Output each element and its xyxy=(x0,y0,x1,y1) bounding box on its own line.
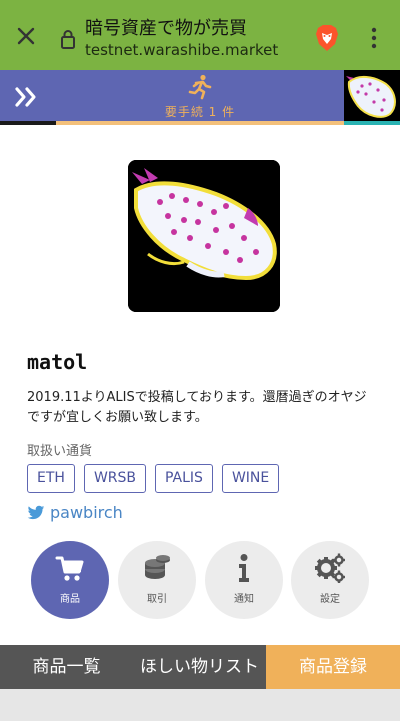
profile-username: matol xyxy=(27,350,88,374)
profile-bio: 2019.11よりALISで投稿しております。還暦過ぎのオヤジですが宜しくお願い… xyxy=(27,390,367,425)
sea-slug-image xyxy=(344,70,400,125)
circle-nav-products[interactable]: 商品 xyxy=(31,541,109,619)
pending-tasks-label: 要手続 1 件 xyxy=(164,105,236,119)
sea-slug-photo xyxy=(128,160,280,312)
coins-icon xyxy=(145,555,170,579)
circle-nav-notifications[interactable]: 通知 xyxy=(205,541,283,619)
twitter-link[interactable]: pawbirch xyxy=(27,503,123,522)
currency-chip-palis[interactable]: PALIS xyxy=(155,464,213,493)
brave-lion-icon[interactable] xyxy=(314,24,340,52)
circle-nav-settings-label: 設定 xyxy=(320,594,340,605)
circle-nav-products-label: 商品 xyxy=(60,594,80,605)
footer-strip xyxy=(0,689,400,721)
sidebar-toggle-button[interactable] xyxy=(0,70,56,125)
circle-nav-notifications-label: 通知 xyxy=(234,594,254,605)
currency-chip-wrsb[interactable]: WRSB xyxy=(83,464,146,493)
header-underline-active xyxy=(56,121,344,125)
currency-list: ETH WRSB PALIS WINE xyxy=(27,464,280,493)
header-underline-right xyxy=(344,121,400,125)
running-person-icon xyxy=(188,74,212,100)
cart-icon xyxy=(55,556,84,581)
more-vert-icon[interactable] xyxy=(367,26,381,50)
browser-toolbar: 暗号資産で物が売買 testnet.warashibe.market xyxy=(0,0,400,70)
circle-nav-trades[interactable]: 取引 xyxy=(118,541,196,619)
gears-icon xyxy=(315,553,345,583)
double-chevron-right-icon xyxy=(15,87,36,107)
twitter-bird-icon xyxy=(27,505,45,519)
browser-page-title: 暗号資産で物が売買 xyxy=(85,18,247,39)
close-icon[interactable] xyxy=(14,24,38,48)
user-avatar-thumbnail[interactable] xyxy=(344,70,400,125)
currency-chip-eth[interactable]: ETH xyxy=(27,464,75,493)
browser-url[interactable]: testnet.warashibe.market xyxy=(85,41,278,59)
pending-tasks-button[interactable]: 要手続 1 件 xyxy=(56,70,344,125)
tab-wish-list[interactable]: ほしい物リスト xyxy=(133,645,266,689)
info-icon xyxy=(239,554,249,582)
profile-avatar xyxy=(128,160,280,312)
circle-nav-settings[interactable]: 設定 xyxy=(291,541,369,619)
currency-chip-wine[interactable]: WINE xyxy=(221,464,280,493)
currency-heading: 取扱い通貨 xyxy=(27,444,93,459)
circle-nav-trades-label: 取引 xyxy=(147,594,167,605)
tab-product-list[interactable]: 商品一覧 xyxy=(0,645,133,689)
header-underline-left xyxy=(0,121,56,125)
lock-icon xyxy=(61,30,75,49)
tab-register-product[interactable]: 商品登録 xyxy=(266,645,400,689)
app-header: 要手続 1 件 xyxy=(0,70,400,125)
twitter-handle: pawbirch xyxy=(50,503,123,522)
bottom-tab-bar: 商品一覧 ほしい物リスト 商品登録 xyxy=(0,645,400,689)
